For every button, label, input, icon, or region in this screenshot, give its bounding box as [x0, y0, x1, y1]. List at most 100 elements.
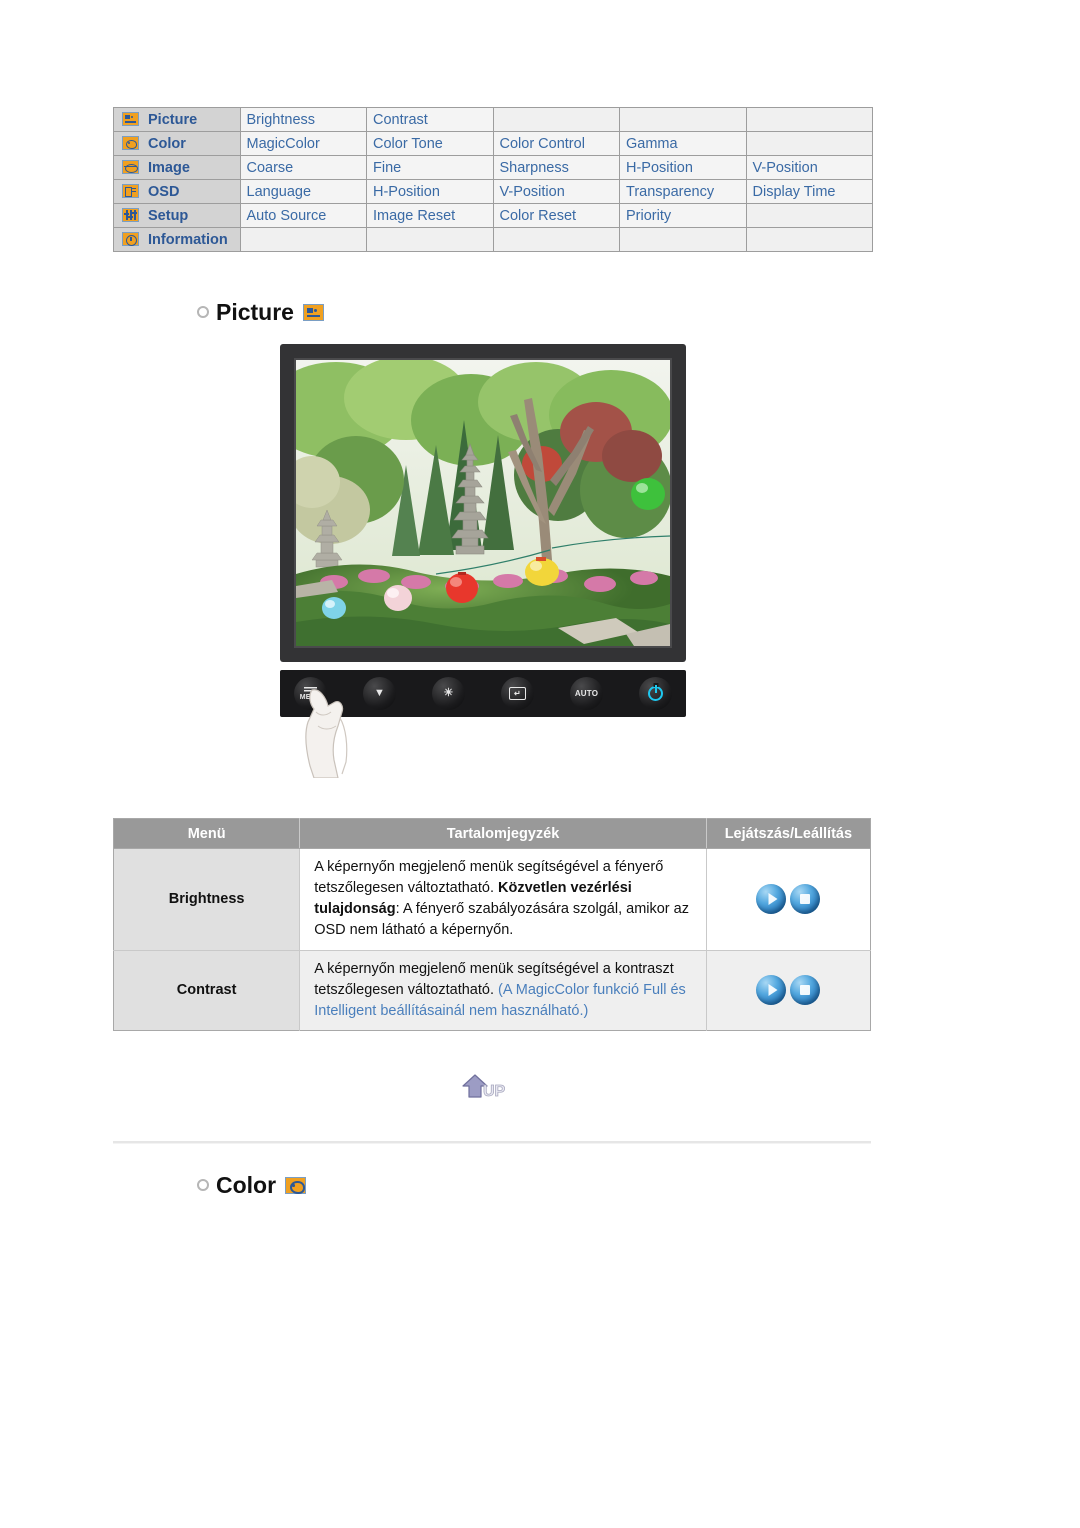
bullet-icon	[197, 306, 209, 318]
stop-orb-icon[interactable]	[790, 975, 821, 1006]
row-description-brightness: A képernyőn megjelenő menük segítségével…	[299, 848, 707, 951]
up-label: UP	[483, 1083, 506, 1100]
nav-item[interactable]: Contrast	[367, 108, 493, 131]
menu-button-label: MENU	[299, 693, 322, 701]
table-row: Image Coarse Fine Sharpness H-Position V…	[114, 156, 872, 179]
table-row: Contrast A képernyőn megjelenő menük seg…	[113, 950, 871, 1031]
chevron-down-icon: ▼	[373, 687, 386, 699]
nav-item[interactable]: MagicColor	[240, 132, 366, 155]
monitor-illustration: MENU ▼ ☀ ↵ AUTO	[280, 344, 686, 778]
nav-item-empty	[746, 228, 872, 251]
nav-menu-label: Picture	[148, 111, 198, 128]
nav-item[interactable]: Priority	[620, 204, 746, 227]
color-icon	[285, 1177, 307, 1194]
nav-item-empty	[367, 228, 493, 251]
nav-item[interactable]: Transparency	[620, 180, 746, 203]
nav-item[interactable]: V-Position	[493, 180, 619, 203]
brightness-sun-icon: ☀	[443, 687, 454, 699]
picture-icon	[122, 111, 139, 126]
nav-item[interactable]: Image Reset	[367, 204, 493, 227]
nav-item-empty	[746, 204, 872, 227]
nav-item[interactable]: V-Position	[746, 156, 872, 179]
nav-menu-label: Setup	[148, 207, 189, 224]
stop-orb-icon[interactable]	[790, 884, 821, 915]
nav-menu-label: Information	[148, 231, 228, 248]
power-icon	[648, 686, 663, 701]
row-description-contrast: A képernyőn megjelenő menük segítségével…	[299, 950, 707, 1031]
nav-menu-image[interactable]: Image	[114, 156, 240, 179]
column-header-menu: Menü	[113, 818, 301, 849]
menu-button[interactable]: MENU	[294, 677, 327, 710]
page-title-picture: Picture	[197, 299, 324, 326]
table-row: Brightness A képernyőn megjelenő menük s…	[113, 848, 871, 951]
nav-item-empty	[620, 108, 746, 131]
row-playstop-brightness	[706, 848, 871, 951]
nav-menu-picture[interactable]: Picture	[114, 108, 240, 131]
nav-item-empty	[746, 108, 872, 131]
nav-item[interactable]: Fine	[367, 156, 493, 179]
screen-photo-garden	[296, 360, 670, 646]
nav-item-empty	[620, 228, 746, 251]
nav-menu-color[interactable]: Color	[114, 132, 240, 155]
nav-menu-information[interactable]: Information	[114, 228, 240, 251]
nav-item[interactable]: Color Tone	[367, 132, 493, 155]
nav-item-empty	[493, 228, 619, 251]
brightness-button[interactable]: ☀	[432, 677, 465, 710]
up-arrow-icon: UP	[462, 1074, 506, 1100]
nav-menu-setup[interactable]: Setup	[114, 204, 240, 227]
section-divider	[113, 1141, 871, 1144]
table-row: Picture Brightness Contrast	[114, 108, 872, 131]
osd-menu-overview-table: Picture Brightness Contrast Color MagicC…	[113, 107, 873, 252]
nav-item[interactable]: Auto Source	[240, 204, 366, 227]
nav-item[interactable]: Display Time	[746, 180, 872, 203]
auto-button-label: AUTO	[574, 689, 599, 698]
play-orb-icon[interactable]	[756, 975, 787, 1006]
power-button[interactable]	[639, 677, 672, 710]
column-header-playstop: Lejátszás/Leállítás	[706, 818, 871, 849]
table-header-row: Menü Tartalomjegyzék Lejátszás/Leállítás	[113, 818, 871, 849]
nav-menu-label: Image	[148, 159, 190, 176]
menu-description-table: Menü Tartalomjegyzék Lejátszás/Leállítás…	[113, 818, 871, 1032]
nav-menu-label: Color	[148, 135, 186, 152]
section-title-text: Picture	[216, 299, 294, 325]
nav-item[interactable]: Color Control	[493, 132, 619, 155]
row-menu-brightness: Brightness	[113, 848, 301, 951]
nav-menu-label: OSD	[148, 183, 180, 200]
setup-icon	[122, 207, 139, 222]
color-icon	[122, 135, 139, 150]
menu-bars-icon	[303, 686, 317, 693]
row-playstop-contrast	[706, 950, 871, 1031]
section-title-text: Color	[216, 1172, 277, 1198]
table-row: OSD Language H-Position V-Position Trans…	[114, 180, 872, 203]
information-icon	[122, 231, 139, 246]
nav-item[interactable]: Color Reset	[493, 204, 619, 227]
monitor-bezel	[280, 344, 686, 662]
auto-button[interactable]: AUTO	[570, 677, 603, 710]
nav-item[interactable]: Brightness	[240, 108, 366, 131]
nav-item-empty	[493, 108, 619, 131]
nav-item[interactable]: Sharpness	[493, 156, 619, 179]
enter-button[interactable]: ↵	[501, 677, 534, 710]
nav-menu-osd[interactable]: OSD	[114, 180, 240, 203]
nav-item[interactable]: Coarse	[240, 156, 366, 179]
nav-item[interactable]: Language	[240, 180, 366, 203]
table-row: Setup Auto Source Image Reset Color Rese…	[114, 204, 872, 227]
column-header-description: Tartalomjegyzék	[299, 818, 707, 849]
nav-item[interactable]: H-Position	[367, 180, 493, 203]
back-to-top-button[interactable]: UP	[459, 1071, 517, 1101]
row-menu-contrast: Contrast	[113, 950, 301, 1031]
bullet-icon	[197, 1179, 209, 1191]
nav-item[interactable]: Gamma	[620, 132, 746, 155]
source-down-button[interactable]: ▼	[363, 677, 396, 710]
picture-icon	[302, 304, 324, 321]
monitor-control-bar: MENU ▼ ☀ ↵ AUTO	[280, 670, 686, 778]
nav-item-empty	[746, 132, 872, 155]
osd-icon	[122, 183, 139, 198]
nav-item[interactable]: H-Position	[620, 156, 746, 179]
image-icon	[122, 159, 139, 174]
enter-icon: ↵	[509, 687, 526, 700]
nav-item-empty	[240, 228, 366, 251]
play-orb-icon[interactable]	[756, 884, 787, 915]
table-row: Color MagicColor Color Tone Color Contro…	[114, 132, 872, 155]
monitor-screen-border	[294, 358, 672, 648]
